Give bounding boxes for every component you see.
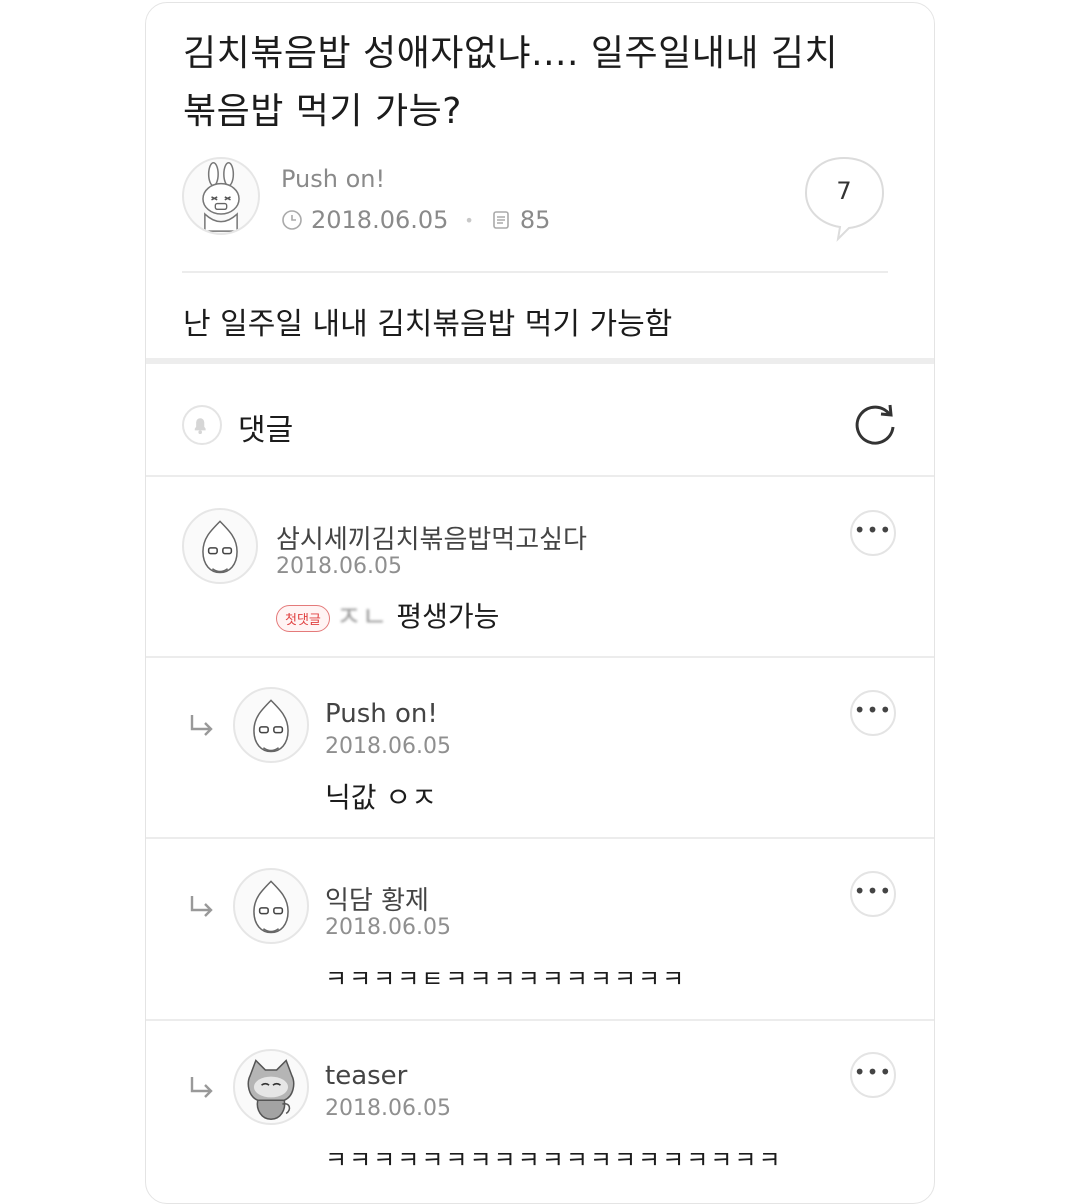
more-options-button[interactable]: •••: [850, 1052, 896, 1098]
comment-text: 첫댓글 ㅈㄴ 평생가능: [276, 595, 499, 635]
comment-text: ㅋㅋㅋㅋㅌㅋㅋㅋㅋㅋㅋㅋㅋㅋㅋ: [325, 965, 687, 993]
comment-text: ㅋㅋㅋㅋㅋㅋㅋㅋㅋㅋㅋㅋㅋㅋㅋㅋㅋㅋㅋ: [325, 1146, 783, 1174]
post-date: 2018.06.05: [311, 206, 449, 234]
comment-text: 닉값 ㅇㅈ: [325, 781, 437, 814]
comment-text-content: 평생가능: [396, 600, 500, 633]
peach-avatar-icon: [202, 520, 238, 574]
post-body: 난 일주일 내내 김치볶음밥 먹기 가능함: [183, 307, 673, 342]
comment-date: 2018.06.05: [325, 1096, 451, 1121]
comment-date: 2018.06.05: [276, 554, 402, 579]
post-title: 김치볶음밥 성애자없냐.... 일주일내내 김치 볶음밥 먹기 가능?: [183, 25, 903, 141]
reply-arrow-icon: [190, 896, 213, 917]
refresh-icon[interactable]: [852, 401, 898, 447]
commenter-avatar[interactable]: [233, 868, 309, 944]
reply-arrow-icon: [190, 1077, 213, 1098]
cat-avatar-icon: [247, 1059, 295, 1120]
peach-avatar-icon: [253, 699, 289, 753]
comment-count-bubble[interactable]: 7: [804, 155, 890, 243]
bell-button[interactable]: [182, 405, 222, 445]
comment-count: 7: [836, 177, 852, 205]
section-divider: [146, 358, 934, 364]
post-title-line1: 김치볶음밥 성애자없냐.... 일주일내내 김치: [183, 33, 839, 74]
post-author[interactable]: Push on!: [281, 165, 385, 193]
post-title-line2: 볶음밥 먹기 가능?: [183, 91, 462, 132]
rabbit-avatar-icon: [202, 162, 240, 232]
comment-author[interactable]: 삼시세끼김치볶음밥먹고싶다: [276, 519, 587, 556]
peach-avatar-icon: [253, 880, 289, 934]
commenter-avatar[interactable]: [182, 508, 258, 584]
first-comment-badge: 첫댓글: [276, 604, 330, 632]
comment-date: 2018.06.05: [325, 734, 451, 759]
meta-separator: •: [464, 210, 474, 230]
more-options-button[interactable]: •••: [850, 690, 896, 736]
clock-icon: [282, 210, 302, 230]
comment-author[interactable]: Push on!: [325, 699, 438, 729]
divider: [146, 837, 934, 839]
comments-header: 댓글: [146, 365, 934, 477]
post-meta: 2018.06.05 • 85: [281, 206, 550, 234]
more-options-button[interactable]: •••: [850, 510, 896, 556]
post-views: 85: [519, 206, 551, 234]
more-options-button[interactable]: •••: [850, 871, 896, 917]
comment-author[interactable]: 익담 황제: [325, 880, 429, 917]
divider: [182, 271, 888, 273]
divider: [146, 475, 934, 477]
blurred-text: ㅈㄴ: [335, 600, 388, 633]
commenter-avatar[interactable]: [233, 1049, 309, 1125]
reply-arrow-icon: [190, 715, 213, 736]
commenter-avatar[interactable]: [233, 687, 309, 763]
post-card: 김치볶음밥 성애자없냐.... 일주일내내 김치 볶음밥 먹기 가능? Push…: [145, 2, 935, 1204]
author-avatar[interactable]: [182, 157, 260, 235]
bell-icon: [194, 418, 206, 434]
comments-title: 댓글: [238, 413, 294, 448]
divider: [146, 1019, 934, 1021]
divider: [146, 656, 934, 658]
comment-date: 2018.06.05: [325, 915, 451, 940]
comment-author[interactable]: teaser: [325, 1061, 407, 1091]
views-icon: [493, 211, 509, 229]
